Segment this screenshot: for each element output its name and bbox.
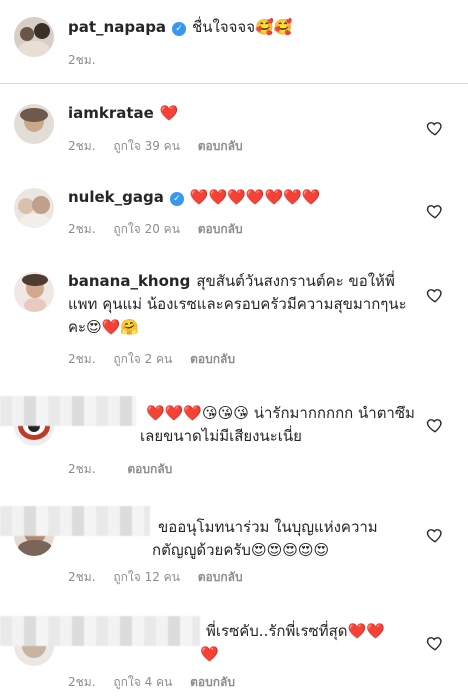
comment-text: ❤️❤️❤️❤️❤️❤️❤️ [189, 188, 321, 206]
reply-button[interactable]: ตอบกลับ [198, 222, 243, 236]
heart-icon[interactable] [426, 119, 444, 137]
timestamp: 2ชม. [68, 462, 96, 476]
likes-count[interactable]: ถูกใจ 4 คน [113, 675, 172, 689]
likes-count[interactable]: ถูกใจ 2 คน [113, 352, 172, 366]
username[interactable]: iamkratae [68, 104, 154, 122]
username[interactable]: pat_napapa [68, 18, 166, 36]
reply-button[interactable]: ตอบกลับ [198, 570, 243, 584]
heart-icon[interactable] [426, 202, 444, 220]
verified-badge-icon: ✓ [172, 22, 187, 36]
avatar[interactable] [14, 272, 54, 312]
blurred-username [0, 506, 150, 536]
likes-count[interactable]: ถูกใจ 39 คน [113, 139, 180, 153]
timestamp: 2ชม. [68, 53, 96, 67]
reply-button[interactable]: ตอบกลับ [198, 139, 243, 153]
reply-button[interactable]: ตอบกลับ [190, 352, 235, 366]
blurred-username [0, 616, 200, 646]
avatar[interactable] [14, 104, 54, 144]
timestamp: 2ชม. [68, 222, 96, 236]
username[interactable]: banana_khong [68, 272, 190, 290]
heart-icon[interactable] [426, 526, 444, 544]
likes-count[interactable]: ถูกใจ 20 คน [113, 222, 180, 236]
heart-icon[interactable] [426, 416, 444, 434]
blurred-username [0, 396, 136, 426]
post-caption: pat_napapa ✓ ชื่นใจจจจ🥰🥰 2ชม. [0, 0, 468, 82]
comment-text: พี่เรซคับ..รักพี่เรซที่สุด❤️❤️❤️ [200, 622, 385, 663]
comment-text: ❤️❤️❤️😘😘😘 น่ารักมากกกกก นำตาซึมเลยขนาดไม… [140, 404, 415, 445]
timestamp: 2ชม. [68, 352, 96, 366]
username[interactable]: nulek_gaga [68, 188, 164, 206]
timestamp: 2ชม. [68, 139, 96, 153]
timestamp: 2ชม. [68, 570, 96, 584]
reply-button[interactable]: ตอบกลับ [127, 462, 172, 476]
heart-icon[interactable] [426, 634, 444, 652]
reply-button[interactable]: ตอบกลับ [190, 675, 235, 689]
verified-badge-icon: ✓ [169, 192, 184, 206]
divider [0, 83, 468, 84]
heart-icon[interactable] [426, 286, 444, 304]
comment-text: ขออนุโมทนาร่วม ในบุญแห่งความกตัญญูด้วยคร… [152, 518, 378, 559]
timestamp: 2ชม. [68, 675, 96, 689]
avatar[interactable] [14, 17, 54, 57]
likes-count[interactable]: ถูกใจ 12 คน [113, 570, 180, 584]
avatar[interactable] [14, 188, 54, 228]
caption-text: ชื่นใจจจจ🥰🥰 [192, 18, 293, 36]
comment-text: ❤️ [159, 104, 179, 122]
